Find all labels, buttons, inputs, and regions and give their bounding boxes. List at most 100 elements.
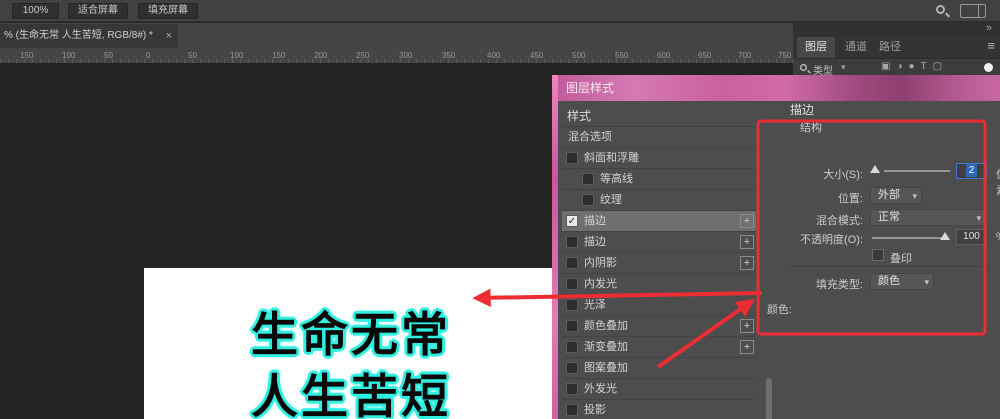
ruler-label: 250: [356, 51, 369, 60]
ruler-label: 100: [62, 51, 75, 60]
style-row-blending-options[interactable]: 混合选项: [562, 127, 756, 148]
tab-close-icon[interactable]: ×: [166, 24, 172, 48]
overprint-label: 叠印: [890, 250, 912, 266]
zoom-percentage-input[interactable]: 100%: [12, 3, 59, 19]
collapse-panels-icon[interactable]: »: [986, 22, 992, 34]
filter-kind-caret-icon[interactable]: ▾: [841, 62, 846, 73]
checkbox[interactable]: [566, 341, 578, 353]
style-row-stroke-2[interactable]: 描边 +: [562, 232, 756, 253]
dialog-title-bar[interactable]: 图层样式: [552, 75, 1000, 101]
fill-type-dropdown[interactable]: 颜色 ▾: [870, 273, 934, 290]
style-row-inner-shadow[interactable]: 内阴影 +: [562, 253, 756, 274]
document-canvas[interactable]: 生命无常 人生苦短: [144, 268, 558, 419]
tab-paths[interactable]: 路径: [871, 37, 909, 58]
canvas-styled-text: 生命无常 人生苦短: [144, 304, 558, 419]
checkbox[interactable]: [582, 173, 594, 185]
chevron-down-icon: ▾: [912, 189, 917, 204]
size-value-input[interactable]: 2: [956, 163, 987, 179]
blend-mode-label: 混合模式:: [743, 212, 863, 228]
checkbox[interactable]: [566, 236, 578, 248]
workspace-switcher-icon[interactable]: [960, 4, 986, 18]
document-tab-title: % (生命无常 人生苦短, RGB/8#) *: [4, 30, 153, 41]
canvas-text-line1: 生命无常: [144, 304, 558, 366]
ruler-label: 100: [230, 51, 243, 60]
checkbox[interactable]: [582, 194, 594, 206]
color-label: 颜色:: [672, 301, 792, 317]
ruler-label: 300: [399, 51, 412, 60]
dialog-border: [552, 75, 558, 419]
blend-mode-dropdown[interactable]: 正常 ▾: [870, 209, 986, 226]
ruler-label: 350: [442, 51, 455, 60]
styles-list: 样式 混合选项 斜面和浮雕 等高线 纹理 ✓ 描边: [562, 105, 756, 419]
filter-toggle-icon[interactable]: [984, 63, 993, 72]
add-effect-icon[interactable]: +: [740, 256, 754, 270]
opacity-value-input[interactable]: 100: [956, 229, 987, 245]
style-row-contour[interactable]: 等高线: [562, 169, 756, 190]
style-row-inner-glow[interactable]: 内发光: [562, 274, 756, 295]
canvas-text-line2: 人生苦短: [144, 366, 558, 419]
style-row-stroke-selected[interactable]: ✓ 描边 +: [562, 211, 756, 232]
ruler-label: 600: [657, 51, 670, 60]
opacity-label: 不透明度(O):: [743, 231, 863, 247]
ruler-label: 0: [146, 51, 150, 60]
document-tab[interactable]: % (生命无常 人生苦短, RGB/8#) * ×: [0, 24, 178, 48]
style-row-outer-glow[interactable]: 外发光: [562, 379, 756, 400]
checkbox[interactable]: [566, 362, 578, 374]
add-effect-icon[interactable]: +: [740, 340, 754, 354]
checkbox[interactable]: [566, 257, 578, 269]
horizontal-ruler: 1501005005010015020025030035040045050055…: [0, 48, 793, 64]
filter-pick-icon[interactable]: [800, 64, 807, 71]
ruler-label: 400: [487, 51, 500, 60]
add-effect-icon[interactable]: +: [740, 319, 754, 333]
position-label: 位置:: [743, 190, 863, 206]
panel-header-strip: »: [793, 22, 1000, 37]
dialog-scrollbar[interactable]: [766, 378, 772, 419]
styles-list-header: 样式: [562, 105, 756, 127]
overprint-checkbox[interactable]: [872, 249, 884, 261]
size-label: 大小(S):: [743, 166, 863, 182]
ruler-ticks: [0, 59, 793, 63]
ruler-label: 150: [20, 51, 33, 60]
size-slider-track[interactable]: [884, 170, 950, 172]
ruler-label: 50: [104, 51, 113, 60]
style-row-bevel-emboss[interactable]: 斜面和浮雕: [562, 148, 756, 169]
ruler-label: 650: [698, 51, 711, 60]
position-dropdown[interactable]: 外部 ▾: [870, 187, 922, 204]
structure-label: 结构: [800, 119, 822, 135]
checkbox[interactable]: [566, 299, 578, 311]
stroke-settings-panel: 描边 结构 大小(S): 2 像素 位置: 外部 ▾ 混合模式: 正常 ▾: [760, 101, 1000, 419]
opacity-slider-thumb[interactable]: [940, 232, 950, 240]
ruler-label: 750: [778, 51, 791, 60]
style-row-drop-shadow[interactable]: 投影: [562, 400, 756, 419]
style-row-gradient-overlay[interactable]: 渐变叠加 +: [562, 337, 756, 358]
opacity-unit: %: [996, 231, 1000, 243]
opacity-slider-track[interactable]: [872, 237, 944, 239]
layer-style-dialog: 图层样式 样式 混合选项 斜面和浮雕 等高线 纹理: [552, 75, 1000, 419]
size-unit: 像素: [996, 166, 1000, 198]
checkbox[interactable]: [566, 383, 578, 395]
dialog-body: 样式 混合选项 斜面和浮雕 等高线 纹理 ✓ 描边: [552, 101, 1000, 419]
panel-menu-icon[interactable]: ≡: [987, 38, 995, 53]
ruler-label: 450: [530, 51, 543, 60]
style-row-color-overlay[interactable]: 颜色叠加 +: [562, 316, 756, 337]
stroke-panel-title: 描边: [790, 101, 814, 118]
style-row-texture[interactable]: 纹理: [562, 190, 756, 211]
divider: [790, 266, 990, 267]
tab-layers[interactable]: 图层: [797, 37, 835, 58]
checkbox-checked[interactable]: ✓: [566, 215, 578, 227]
checkbox[interactable]: [566, 404, 578, 416]
checkbox[interactable]: [566, 152, 578, 164]
ruler-label: 150: [272, 51, 285, 60]
checkbox[interactable]: [566, 320, 578, 332]
filter-type-icons[interactable]: ▣◑●T▢: [881, 61, 948, 72]
fit-screen-button[interactable]: 适合屏幕: [68, 3, 128, 19]
size-slider-thumb[interactable]: [870, 165, 880, 173]
chevron-down-icon: ▾: [976, 211, 981, 226]
photoshop-window: 100% 适合屏幕 填充屏幕 % (生命无常 人生苦短, RGB/8#) * ×…: [0, 0, 1000, 419]
tab-channels[interactable]: 通道: [837, 37, 875, 58]
checkbox[interactable]: [566, 278, 578, 290]
fill-screen-button[interactable]: 填充屏幕: [138, 3, 198, 19]
ruler-label: 50: [188, 51, 197, 60]
style-row-pattern-overlay[interactable]: 图案叠加: [562, 358, 756, 379]
search-icon[interactable]: [936, 5, 945, 14]
